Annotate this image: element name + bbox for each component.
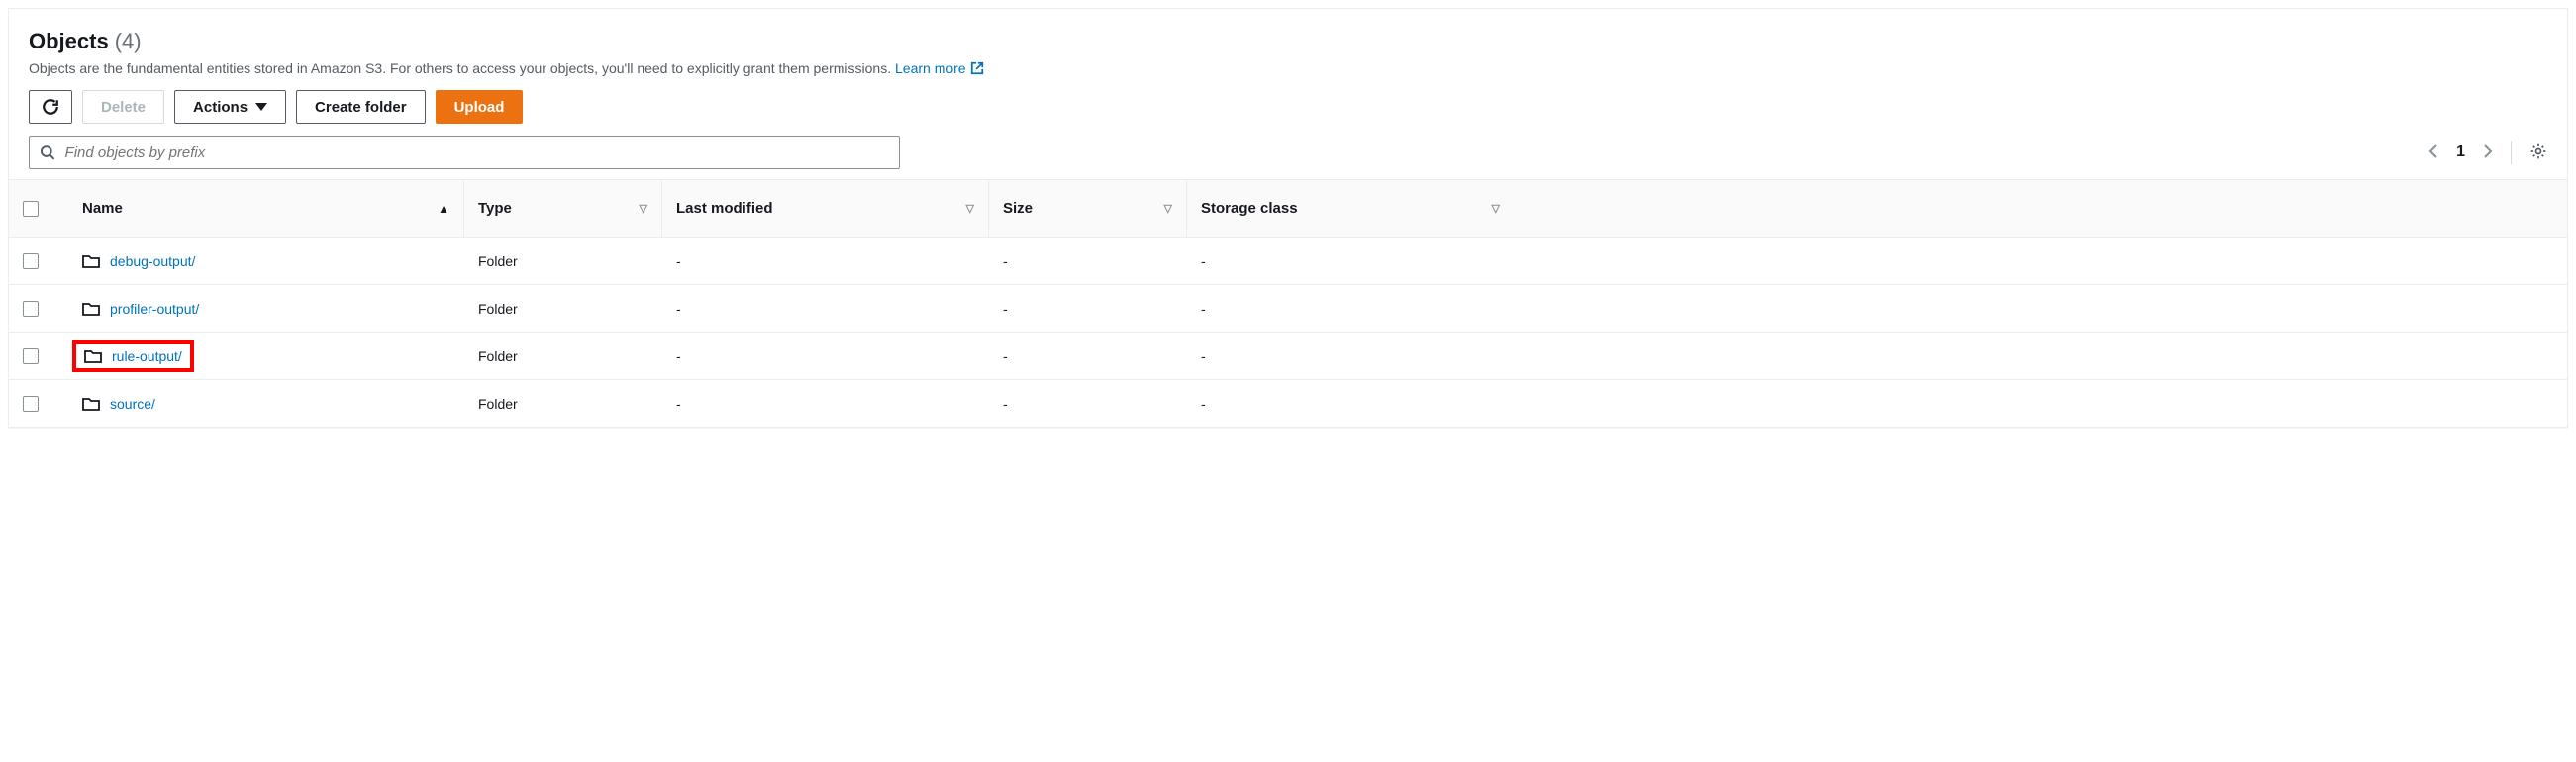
row-checkbox[interactable] (23, 348, 39, 364)
type-header-label: Type (478, 200, 512, 217)
table-header-row: Name ▲ Type ▽ Last modified ▽ Size ▽ Sto… (9, 179, 2567, 237)
type-cell: Folder (464, 348, 662, 364)
storage-class-cell: - (1187, 301, 1514, 317)
next-page-button[interactable] (2483, 143, 2493, 162)
name-cell: source/ (68, 392, 464, 416)
folder-icon (82, 396, 100, 412)
folder-icon (82, 301, 100, 317)
last-modified-header-label: Last modified (676, 200, 773, 217)
folder-icon (82, 253, 100, 269)
size-cell: - (989, 348, 1187, 364)
storage-class-header-label: Storage class (1201, 200, 1298, 217)
object-name-link[interactable]: profiler-output/ (110, 301, 199, 317)
row-checkbox[interactable] (23, 301, 39, 317)
search-box[interactable] (29, 136, 900, 169)
storage-class-cell: - (1187, 253, 1514, 269)
upload-button[interactable]: Upload (436, 90, 524, 124)
name-cell: profiler-output/ (68, 297, 464, 321)
last-modified-cell: - (662, 301, 989, 317)
last-modified-cell: - (662, 348, 989, 364)
chevron-left-icon (2428, 143, 2438, 159)
delete-button: Delete (82, 90, 164, 124)
storage-class-cell: - (1187, 396, 1514, 412)
size-header-label: Size (1003, 200, 1033, 217)
create-folder-button[interactable]: Create folder (296, 90, 426, 124)
size-cell: - (989, 396, 1187, 412)
select-all-header (9, 180, 68, 237)
sort-icon: ▽ (1164, 202, 1172, 215)
name-header-label: Name (82, 200, 123, 217)
last-modified-column-header[interactable]: Last modified ▽ (662, 180, 989, 237)
search-icon (40, 144, 55, 160)
chevron-right-icon (2483, 143, 2493, 159)
name-cell: rule-output/ (68, 340, 464, 372)
table-row: profiler-output/Folder--- (9, 284, 2567, 332)
description-text: Objects are the fundamental entities sto… (29, 60, 891, 76)
table-row: debug-output/Folder--- (9, 237, 2567, 284)
size-cell: - (989, 253, 1187, 269)
learn-more-link[interactable]: Learn more (895, 60, 984, 76)
objects-table: Name ▲ Type ▽ Last modified ▽ Size ▽ Sto… (9, 179, 2567, 427)
select-all-checkbox[interactable] (23, 201, 39, 217)
row-checkbox[interactable] (23, 253, 39, 269)
caret-down-icon (255, 103, 267, 111)
prev-page-button[interactable] (2428, 143, 2438, 162)
last-modified-cell: - (662, 253, 989, 269)
refresh-icon (42, 98, 59, 116)
panel-description: Objects are the fundamental entities sto… (29, 60, 2547, 76)
type-column-header[interactable]: Type ▽ (464, 180, 662, 237)
object-name-link[interactable]: debug-output/ (110, 253, 195, 269)
refresh-button[interactable] (29, 90, 72, 124)
type-cell: Folder (464, 301, 662, 317)
table-row: rule-output/Folder--- (9, 332, 2567, 379)
size-column-header[interactable]: Size ▽ (989, 180, 1187, 237)
learn-more-label: Learn more (895, 60, 966, 76)
storage-class-column-header[interactable]: Storage class ▽ (1187, 180, 1514, 237)
type-cell: Folder (464, 396, 662, 412)
objects-panel: Objects (4) Objects are the fundamental … (8, 8, 2568, 428)
folder-icon (84, 348, 102, 364)
row-checkbox[interactable] (23, 396, 39, 412)
storage-class-cell: - (1187, 348, 1514, 364)
name-cell: debug-output/ (68, 249, 464, 273)
size-cell: - (989, 301, 1187, 317)
object-name-link[interactable]: source/ (110, 396, 155, 412)
object-count: (4) (115, 29, 142, 54)
actions-button[interactable]: Actions (174, 90, 286, 124)
settings-button[interactable] (2529, 143, 2547, 163)
actions-label: Actions (193, 99, 248, 116)
table-row: source/Folder--- (9, 379, 2567, 427)
sort-asc-icon: ▲ (438, 202, 449, 216)
external-link-icon (970, 61, 984, 75)
sort-icon: ▽ (1492, 202, 1500, 215)
page-number: 1 (2456, 143, 2465, 161)
last-modified-cell: - (662, 396, 989, 412)
gear-icon (2529, 143, 2547, 160)
object-name-link[interactable]: rule-output/ (112, 348, 182, 364)
panel-title: Objects (29, 29, 109, 54)
sort-icon: ▽ (640, 202, 647, 215)
search-input[interactable] (65, 144, 889, 161)
sort-icon: ▽ (966, 202, 974, 215)
type-cell: Folder (464, 253, 662, 269)
separator (2511, 141, 2512, 164)
name-column-header[interactable]: Name ▲ (68, 180, 464, 237)
